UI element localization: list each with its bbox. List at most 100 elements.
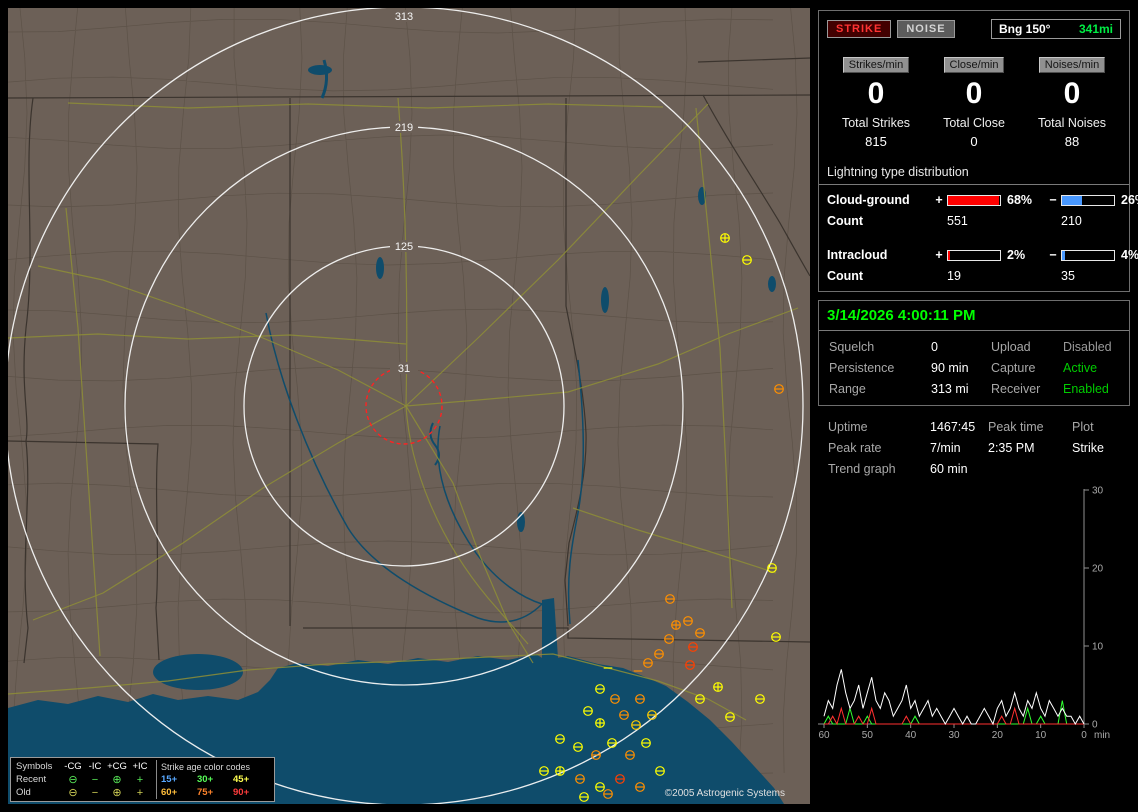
- pos-ic-icon: +: [136, 773, 144, 786]
- neg-ic-icon: −: [91, 773, 99, 786]
- upload-label: Upload: [991, 340, 1031, 354]
- total-close-label: Total Close: [943, 116, 1005, 130]
- neg-cg-icon: ⊖: [68, 773, 78, 786]
- age-75: 75+: [197, 786, 214, 798]
- pos-ic-icon: +: [136, 786, 144, 799]
- total-close-value: 0: [970, 134, 978, 149]
- distribution-table: Cloud-ground + 68% − 26% Count 551 210 I…: [827, 193, 1138, 283]
- range-value: 313 mi: [931, 382, 969, 396]
- ic-negative-count: 35: [1061, 269, 1075, 283]
- close-per-min-value: 0: [965, 77, 983, 110]
- strikes-counter: Strikes/min 0 Total Strikes 815: [827, 55, 925, 149]
- bearing-label: Bng 150°: [999, 22, 1051, 36]
- ic-positive-bar-fill: [948, 250, 950, 260]
- close-per-min-chip[interactable]: Close/min: [943, 57, 1005, 73]
- legend-col-neg-ic: -IC: [88, 760, 102, 772]
- svg-text:125: 125: [395, 241, 413, 253]
- trend-graph-value: 60 min: [930, 462, 968, 476]
- plot-value: Strike: [1072, 441, 1104, 455]
- close-counter: Close/min 0 Total Close 0: [925, 55, 1023, 149]
- rate-counters: Strikes/min 0 Total Strikes 815 Close/mi…: [827, 55, 1121, 149]
- bearing-display: Bng 150° 341mi: [991, 19, 1121, 39]
- svg-text:min: min: [1094, 730, 1110, 741]
- neg-cg-icon: ⊖: [68, 786, 78, 799]
- total-strikes-label: Total Strikes: [841, 116, 911, 130]
- svg-text:313: 313: [395, 11, 413, 23]
- svg-text:0: 0: [1081, 730, 1087, 741]
- svg-text:0: 0: [1092, 720, 1098, 731]
- strike-stats-panel: STRIKE NOISE Bng 150° 341mi Strikes/min …: [818, 10, 1138, 292]
- age-90: 90+: [233, 786, 250, 798]
- legend-divider: [156, 773, 157, 786]
- cg-positive-count: 551: [947, 214, 968, 228]
- strike-indicator-button[interactable]: STRIKE: [827, 20, 892, 38]
- receiver-value: Enabled: [1063, 382, 1109, 396]
- age-30: 30+: [197, 773, 214, 785]
- total-strikes-value: 815: [865, 134, 887, 149]
- ic-positive-count: 19: [947, 269, 961, 283]
- upload-value: Disabled: [1063, 340, 1112, 354]
- cg-negative-pct: 26%: [1121, 193, 1138, 207]
- indicator-row: STRIKE NOISE Bng 150° 341mi: [827, 19, 1121, 39]
- age-60: 60+: [161, 786, 178, 798]
- ic-count-label: Count: [827, 269, 864, 283]
- cg-positive-pct: 68%: [1007, 193, 1033, 207]
- legend-symbols-header: Symbols: [16, 760, 53, 772]
- cg-count-label: Count: [827, 214, 864, 228]
- age-45: 45+: [233, 773, 250, 785]
- age-15: 15+: [161, 773, 178, 785]
- svg-text:219: 219: [395, 122, 413, 134]
- session-stats-grid: Uptime 1467:45 Peak time Plot Peak rate …: [818, 414, 1130, 476]
- trend-graph-label: Trend graph: [828, 462, 896, 476]
- uptime-label: Uptime: [828, 420, 868, 434]
- noises-counter: Noises/min 0 Total Noises 88: [1023, 55, 1121, 149]
- plus-sign: +: [935, 248, 943, 262]
- pos-cg-icon: ⊕: [112, 786, 122, 799]
- legend-recent-label: Recent: [16, 773, 47, 785]
- total-noises-label: Total Noises: [1037, 116, 1107, 130]
- persistence-label: Persistence: [829, 361, 895, 375]
- ic-negative-pct: 4%: [1121, 248, 1138, 262]
- noises-per-min-chip[interactable]: Noises/min: [1038, 57, 1106, 73]
- legend-col-neg-cg: -CG: [64, 760, 82, 772]
- svg-text:60: 60: [818, 730, 830, 741]
- noises-per-min-value: 0: [1063, 77, 1081, 110]
- system-status-panel: 3/14/2026 4:00:11 PM Squelch 0 Upload Di…: [818, 300, 1130, 406]
- settings-grid: Squelch 0 Upload Disabled Persistence 90…: [819, 331, 1129, 405]
- lightning-map[interactable]: 313 219 125 31 Symbols -CG -IC +CG +IC Stri…: [8, 8, 810, 804]
- svg-text:31: 31: [398, 363, 410, 375]
- range-label: Range: [829, 382, 866, 396]
- cg-negative-count: 210: [1061, 214, 1082, 228]
- cg-positive-bar: [947, 194, 1001, 206]
- svg-text:50: 50: [862, 730, 874, 741]
- trend-graph: 010203060 50 40 30 20 10 0 min: [818, 486, 1110, 741]
- peak-time-label: Peak time: [988, 420, 1044, 434]
- legend-divider: [156, 760, 157, 773]
- cg-negative-bar-fill: [1062, 195, 1082, 205]
- plus-sign: +: [935, 193, 943, 207]
- svg-text:20: 20: [992, 730, 1004, 741]
- peak-rate-value: 7/min: [930, 441, 961, 455]
- pos-cg-icon: ⊕: [112, 773, 122, 786]
- svg-text:10: 10: [1035, 730, 1047, 741]
- legend-col-pos-ic: +IC: [132, 760, 148, 772]
- total-noises-value: 88: [1064, 134, 1080, 149]
- status-panel: STRIKE NOISE Bng 150° 341mi Strikes/min …: [818, 0, 1138, 812]
- squelch-value: 0: [931, 340, 938, 354]
- strike-legend: Symbols -CG -IC +CG +IC Strike age color…: [10, 757, 275, 802]
- bearing-range: 341mi: [1078, 22, 1113, 36]
- svg-text:10: 10: [1092, 642, 1104, 653]
- datetime-display: 3/14/2026 4:00:11 PM: [819, 301, 1129, 331]
- ic-positive-pct: 2%: [1007, 248, 1026, 262]
- strikes-per-min-chip[interactable]: Strikes/min: [842, 57, 910, 73]
- svg-text:30: 30: [1092, 486, 1104, 497]
- ic-negative-bar: [1061, 249, 1115, 261]
- squelch-label: Squelch: [829, 340, 875, 354]
- capture-value: Active: [1063, 361, 1098, 375]
- minus-sign: −: [1049, 248, 1057, 262]
- noise-indicator-button[interactable]: NOISE: [897, 20, 955, 38]
- ic-positive-bar: [947, 249, 1001, 261]
- neg-ic-icon: −: [91, 786, 99, 799]
- distribution-title: Lightning type distribution: [819, 165, 1129, 185]
- legend-age-header: Strike age color codes: [161, 761, 251, 772]
